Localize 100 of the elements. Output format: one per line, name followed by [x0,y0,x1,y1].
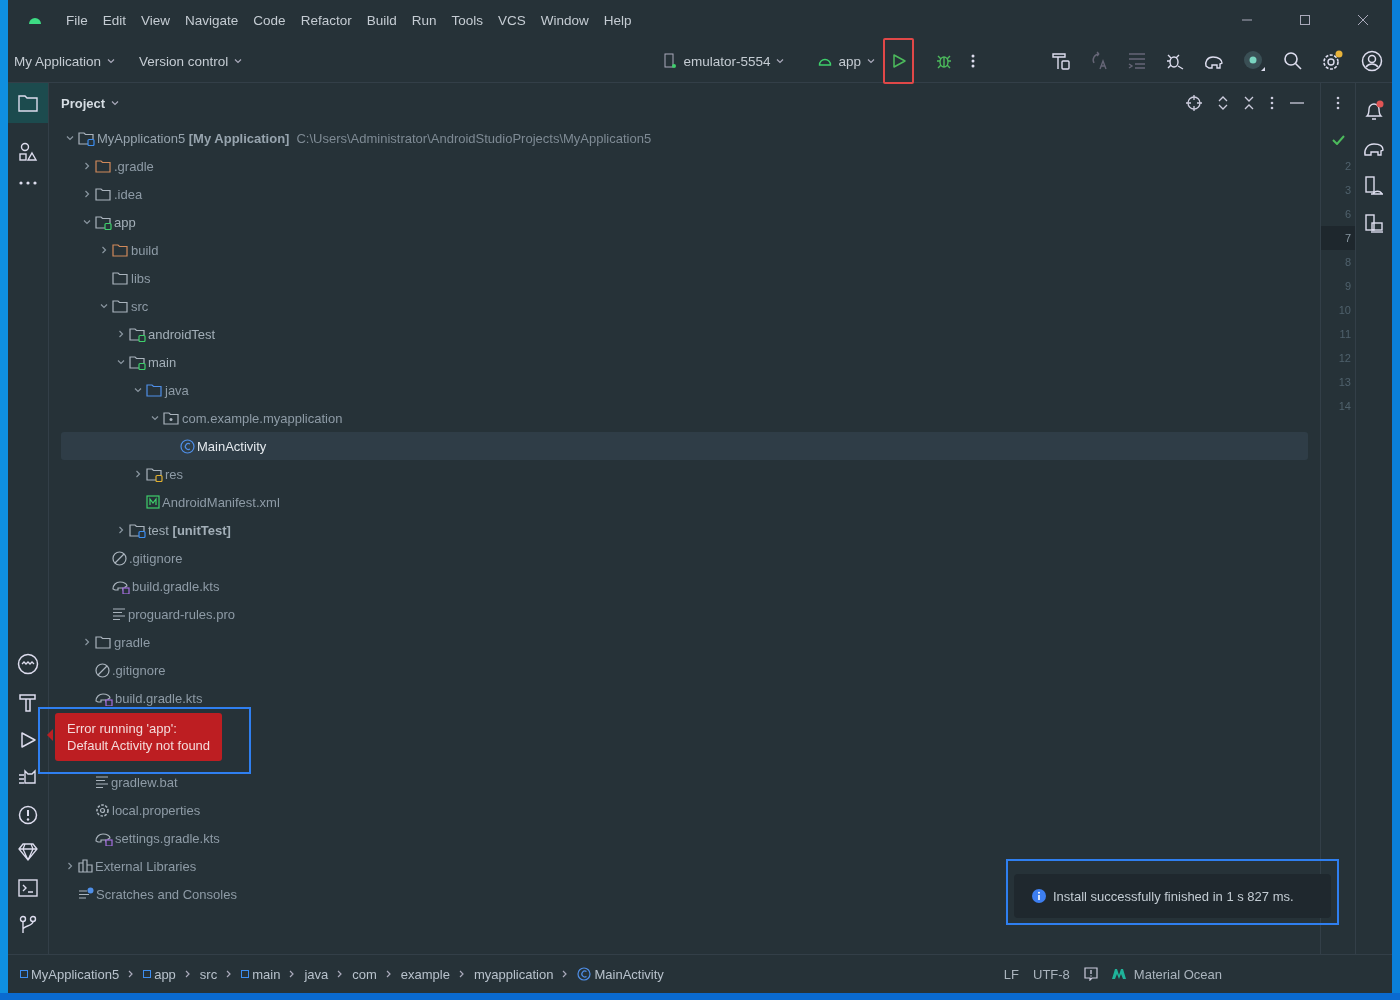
chevron-down-icon[interactable] [133,386,142,394]
message-icon[interactable] [1083,967,1098,981]
breadcrumb[interactable]: src [199,966,218,982]
hammer-icon[interactable] [1051,51,1071,71]
breadcrumb[interactable]: myapplication [473,966,554,982]
menu-item[interactable]: Help [603,12,632,28]
tree-row[interactable]: .gitignore [61,656,1308,684]
tree-row[interactable]: app [61,208,1308,236]
shapes-icon[interactable] [18,142,38,162]
chevron-right-icon[interactable] [99,246,108,254]
bell-icon[interactable] [1363,100,1385,122]
tree-row[interactable]: AndroidManifest.xml [61,488,1308,516]
gem-icon[interactable] [18,843,38,861]
chevron-right-icon[interactable] [133,470,142,478]
chevron-down-icon[interactable] [82,218,91,226]
tree-row[interactable]: local.properties [61,796,1308,824]
vcs-dropdown[interactable]: Version control [139,53,243,69]
tree-row[interactable]: java [61,376,1308,404]
line-separator[interactable]: LF [1003,966,1019,982]
tree-row[interactable]: androidTest [61,320,1308,348]
run-icon[interactable] [890,53,907,69]
tree-row[interactable]: MyApplication5 [My Application] C:\Users\Administrator\AndroidStudioProjects\MyApplication5 [61,124,1308,152]
chevron-down-icon[interactable] [99,302,108,310]
branch-icon[interactable] [18,915,38,935]
close-icon[interactable] [1357,14,1369,26]
encoding[interactable]: UTF-8 [1033,966,1070,982]
tree-row[interactable]: .idea [61,180,1308,208]
tree-row[interactable]: MainActivity [61,432,1308,460]
chevron-down-icon[interactable] [150,414,159,422]
menu-item[interactable]: File [66,12,88,28]
tree-row[interactable]: gradlew.bat [61,768,1308,796]
collapse-icon[interactable] [1244,96,1254,110]
tree-row[interactable]: .gitignore [61,544,1308,572]
account-icon[interactable] [1361,50,1383,72]
search-icon[interactable] [1283,51,1303,71]
breadcrumb[interactable]: MainActivity [577,966,664,982]
menu-item[interactable]: Edit [102,12,127,28]
project-tool-button[interactable] [8,83,48,123]
elephant-icon[interactable] [1363,140,1385,158]
more-icon[interactable] [18,180,38,186]
tree-row[interactable]: gradle [61,628,1308,656]
more-icon[interactable] [1270,96,1274,110]
cat-icon[interactable] [18,767,38,787]
menu-item[interactable]: Tools [451,12,483,28]
settings-icon[interactable] [1321,50,1343,72]
menu-item[interactable]: VCS [498,12,526,28]
tree-row[interactable]: External Libraries [61,852,1308,880]
device-icon[interactable] [1364,176,1384,196]
breadcrumb[interactable]: main [241,966,281,982]
expand-icon[interactable] [1218,96,1228,110]
tree-row[interactable]: libs [61,264,1308,292]
breadcrumb[interactable]: example [400,966,450,982]
chevron-right-icon[interactable] [116,330,125,338]
logcat-icon[interactable] [17,653,39,675]
record-icon[interactable] [1243,50,1265,72]
chevron-right-icon[interactable] [82,190,91,198]
breadcrumb[interactable]: java [304,966,329,982]
breadcrumb[interactable]: com [352,966,377,982]
tree-row[interactable]: build [61,236,1308,264]
chevron-right-icon[interactable] [65,862,74,870]
menu-item[interactable]: Window [540,12,589,28]
folder-icon [129,354,146,370]
menu-item[interactable]: Build [366,12,397,28]
more-icon[interactable] [1336,96,1340,110]
chevron-down-icon[interactable] [65,134,74,142]
more-icon[interactable] [971,53,975,69]
minimize-icon[interactable] [1290,101,1304,105]
crosshair-icon[interactable] [1186,95,1202,111]
menu-item[interactable]: Refactor [300,12,352,28]
run-icon[interactable] [19,731,37,749]
breadcrumb[interactable]: MyApplication5 [20,966,120,982]
tree-row[interactable]: src [61,292,1308,320]
menu-item[interactable]: View [141,12,171,28]
menu-item[interactable]: Code [253,12,286,28]
problems-icon[interactable] [18,805,38,825]
view-mode-dropdown[interactable]: Project [61,95,120,111]
tree-row[interactable]: com.example.myapplication [61,404,1308,432]
terminal-icon[interactable] [18,879,38,897]
devices-icon[interactable] [1364,214,1384,234]
breadcrumb[interactable]: app [143,966,176,982]
chevron-right-icon[interactable] [82,162,91,170]
chevron-down-icon[interactable] [116,358,125,366]
tree-row[interactable]: test [unitTest] [61,516,1308,544]
tree-row[interactable]: res [61,460,1308,488]
device-dropdown[interactable]: emulator-5554 [663,53,785,69]
chevron-right-icon[interactable] [116,526,125,534]
project-selector[interactable]: My Application [14,53,116,69]
menu-item[interactable]: Run [411,12,437,28]
run-config-dropdown[interactable]: app [818,53,875,69]
tree-row[interactable]: settings.gradle.kts [61,824,1308,852]
menu-item[interactable]: Navigate [185,12,239,28]
theme-indicator[interactable]: Material Ocean [1111,966,1222,982]
tree-row[interactable]: build.gradle.kts [61,572,1308,600]
chevron-right-icon[interactable] [82,638,91,646]
maximize-icon[interactable] [1299,14,1311,26]
tree-row[interactable]: .gradle [61,152,1308,180]
tree-row[interactable]: proguard-rules.pro [61,600,1308,628]
tree-row[interactable]: main [61,348,1308,376]
hammer-icon[interactable] [18,693,38,713]
tree-row[interactable]: build.gradle.kts [61,684,1308,712]
